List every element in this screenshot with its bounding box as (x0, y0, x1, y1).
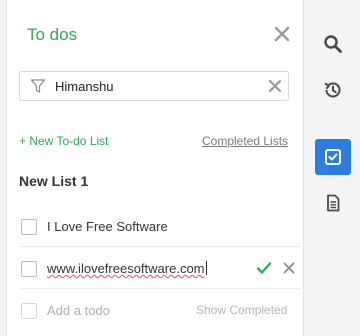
page-title: To dos (27, 25, 78, 44)
close-icon (274, 26, 290, 42)
todo-checkbox[interactable] (21, 219, 37, 235)
right-icon-rail (304, 0, 360, 336)
add-todo-input[interactable]: Add a todo (47, 303, 110, 318)
confirm-check-icon[interactable] (256, 261, 272, 275)
text-caret (205, 261, 207, 275)
todos-panel: To dos Himanshu + New To-do List Complet… (7, 0, 304, 336)
left-edge-strip (0, 0, 7, 336)
filter-icon (30, 79, 46, 93)
clear-filter-icon[interactable] (268, 79, 282, 93)
new-todo-list-link[interactable]: + New To-do List (19, 134, 109, 148)
todo-checkbox[interactable] (21, 261, 37, 277)
todo-check-icon (325, 149, 341, 165)
notes-icon (327, 194, 340, 212)
todo-text[interactable]: I Love Free Software (47, 219, 168, 234)
add-todo-checkbox (21, 303, 37, 319)
todo-edit-input[interactable]: www.ilovefreesoftware.com (47, 261, 207, 276)
completed-lists-link[interactable]: Completed Lists (202, 134, 288, 148)
notes-button[interactable] (315, 185, 351, 221)
close-panel-button[interactable] (272, 24, 292, 44)
filter-input[interactable]: Himanshu (19, 71, 289, 101)
add-todo-row: Add a todo Show Completed (19, 290, 301, 330)
show-completed-link[interactable]: Show Completed (196, 303, 287, 317)
todo-item: I Love Free Software (19, 206, 301, 247)
search-icon (324, 35, 342, 53)
search-button[interactable] (315, 26, 351, 62)
history-icon (324, 82, 341, 98)
filter-value: Himanshu (55, 79, 114, 94)
list-title: New List 1 (19, 173, 89, 189)
todos-button[interactable] (315, 139, 351, 175)
history-button[interactable] (315, 72, 351, 108)
todo-edit-text: www.ilovefreesoftware.com (47, 261, 205, 276)
cancel-edit-icon[interactable] (283, 262, 295, 274)
todo-item-editing: www.ilovefreesoftware.com (19, 248, 301, 289)
